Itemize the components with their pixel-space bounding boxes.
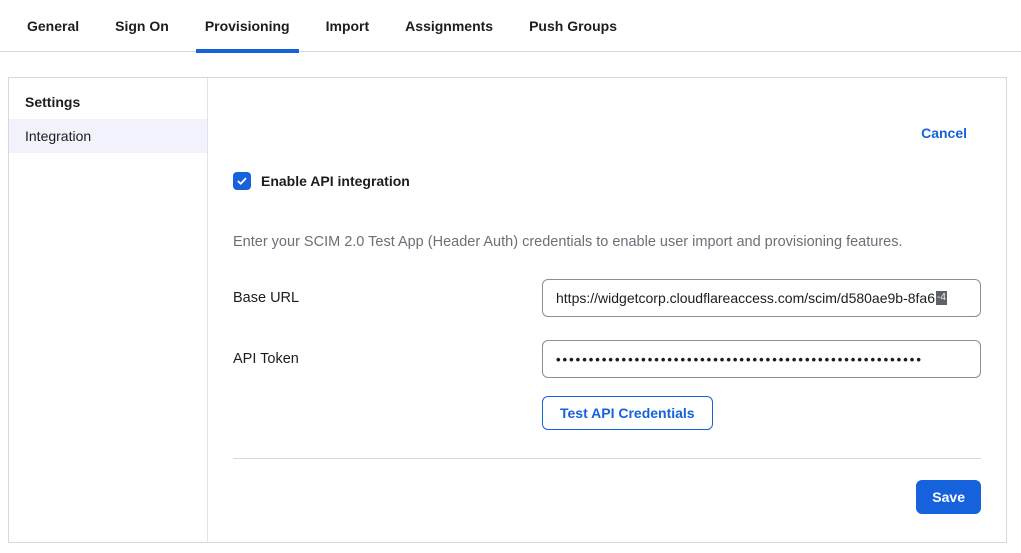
test-api-credentials-button[interactable]: Test API Credentials [542, 396, 713, 430]
app-tab-bar: General Sign On Provisioning Import Assi… [0, 0, 1021, 52]
api-token-input[interactable] [542, 340, 981, 378]
tab-general[interactable]: General [18, 0, 88, 52]
base-url-row: Base URL https://widgetcorp.cloudflareac… [233, 279, 981, 317]
settings-sidebar: Settings Integration [9, 78, 208, 542]
cancel-button[interactable]: Cancel [921, 125, 967, 141]
tab-assignments[interactable]: Assignments [396, 0, 502, 52]
tab-sign-on[interactable]: Sign On [106, 0, 178, 52]
tab-provisioning[interactable]: Provisioning [196, 0, 299, 52]
cancel-row: Cancel [233, 125, 981, 141]
credentials-description: Enter your SCIM 2.0 Test App (Header Aut… [233, 234, 981, 250]
sidebar-item-integration[interactable]: Integration [9, 119, 207, 153]
checkmark-icon [236, 175, 248, 187]
enable-api-checkbox[interactable] [233, 172, 251, 190]
enable-api-row: Enable API integration [233, 172, 981, 190]
base-url-input[interactable]: https://widgetcorp.cloudflareaccess.com/… [542, 279, 981, 317]
footer-divider [233, 458, 981, 459]
api-token-row: API Token [233, 340, 981, 378]
tab-push-groups[interactable]: Push Groups [520, 0, 626, 52]
test-credentials-row: Test API Credentials [542, 396, 981, 430]
base-url-label: Base URL [233, 290, 542, 306]
enable-api-label: Enable API integration [261, 173, 410, 189]
provisioning-panel: Settings Integration Cancel Enable API i… [8, 77, 1007, 543]
base-url-value: https://widgetcorp.cloudflareaccess.com/… [556, 290, 935, 306]
save-button[interactable]: Save [916, 480, 981, 514]
api-token-label: API Token [233, 351, 542, 367]
base-url-selected-text: -4 [936, 291, 947, 305]
save-row: Save [233, 480, 981, 514]
sidebar-header-settings: Settings [9, 84, 207, 119]
tab-import[interactable]: Import [317, 0, 379, 52]
integration-settings-form: Cancel Enable API integration Enter your… [208, 78, 1006, 542]
